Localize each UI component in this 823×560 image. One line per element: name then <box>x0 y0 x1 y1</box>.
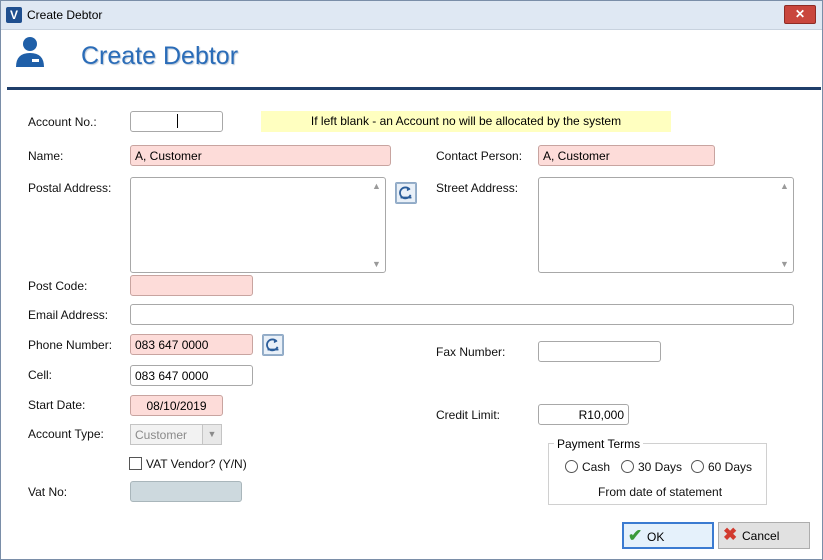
page-title: Create Debtor <box>81 42 239 70</box>
payment-terms-cash-radio[interactable] <box>565 460 578 473</box>
credit-limit-input[interactable]: R10,000 <box>538 404 629 425</box>
street-address-scrollbar[interactable]: ▲ ▼ <box>777 179 792 271</box>
email-address-label: Email Address: <box>28 308 109 322</box>
user-icon <box>16 37 44 67</box>
phone-number-input[interactable]: 083 647 0000 <box>130 334 253 355</box>
payment-terms-60-days-label: 60 Days <box>708 460 753 474</box>
ok-button-label: OK <box>647 530 665 544</box>
scroll-up-icon[interactable]: ▲ <box>372 181 381 191</box>
contact-person-input[interactable]: A, Customer <box>538 145 715 166</box>
payment-terms-title: Payment Terms <box>554 437 644 451</box>
scroll-down-icon[interactable]: ▼ <box>372 259 381 269</box>
contact-person-label: Contact Person: <box>436 149 523 163</box>
fax-number-label: Fax Number: <box>436 345 506 359</box>
payment-terms-60-days-radio[interactable] <box>691 460 704 473</box>
payment-terms-30-days-radio[interactable] <box>621 460 634 473</box>
vat-vendor-label: VAT Vendor? (Y/N) <box>146 457 247 471</box>
vat-no-label: Vat No: <box>28 485 68 499</box>
postal-address-label: Postal Address: <box>28 181 112 195</box>
cross-icon: ✖ <box>723 525 738 544</box>
vat-vendor-checkbox[interactable] <box>129 457 142 470</box>
phone-number-label: Phone Number: <box>28 338 113 352</box>
street-address-textarea[interactable]: ▲ ▼ <box>538 177 794 273</box>
cell-input[interactable]: 083 647 0000 <box>130 365 253 386</box>
cancel-button[interactable]: ✖ Cancel <box>718 522 810 549</box>
cancel-button-label: Cancel <box>742 529 780 543</box>
close-button[interactable]: ✕ <box>784 5 816 24</box>
text-cursor <box>177 114 178 128</box>
scroll-down-icon[interactable]: ▼ <box>780 259 789 269</box>
account-no-hint: If left blank - an Account no will be al… <box>261 111 671 132</box>
postal-address-textarea[interactable]: ▲ ▼ <box>130 177 386 273</box>
email-address-input[interactable] <box>130 304 794 325</box>
vat-no-input[interactable] <box>130 481 242 502</box>
account-type-value: Customer <box>135 428 188 442</box>
payment-terms-30-days-label: 30 Days <box>638 460 683 474</box>
account-type-label: Account Type: <box>28 427 104 441</box>
street-address-label: Street Address: <box>436 181 519 195</box>
credit-limit-label: Credit Limit: <box>436 408 501 422</box>
name-input[interactable]: A, Customer <box>130 145 391 166</box>
checkmark-icon: ✔ <box>628 526 643 545</box>
window-title: Create Debtor <box>27 8 103 22</box>
copy-address-refresh-icon[interactable] <box>395 182 417 204</box>
scroll-up-icon[interactable]: ▲ <box>780 181 789 191</box>
chevron-down-icon[interactable]: ▼ <box>202 425 221 444</box>
fax-number-input[interactable] <box>538 341 661 362</box>
copy-phone-refresh-icon[interactable] <box>262 334 284 356</box>
ok-button[interactable]: ✔ OK <box>622 522 714 549</box>
header-divider <box>7 87 821 90</box>
post-code-label: Post Code: <box>28 279 88 293</box>
account-no-label: Account No.: <box>28 115 97 129</box>
payment-terms-cash-label: Cash <box>582 460 611 474</box>
create-debtor-window: V Create Debtor ✕ Create Debtor Account … <box>0 0 823 560</box>
postal-address-scrollbar[interactable]: ▲ ▼ <box>369 179 384 271</box>
start-date-input[interactable]: 08/10/2019 <box>130 395 223 416</box>
cell-label: Cell: <box>28 368 53 382</box>
app-icon: V <box>6 7 22 23</box>
post-code-input[interactable] <box>130 275 253 296</box>
title-bar: V Create Debtor ✕ <box>1 1 822 30</box>
name-label: Name: <box>28 149 64 163</box>
start-date-label: Start Date: <box>28 398 86 412</box>
payment-terms-note: From date of statement <box>598 485 723 499</box>
account-type-select[interactable]: Customer ▼ <box>130 424 222 445</box>
